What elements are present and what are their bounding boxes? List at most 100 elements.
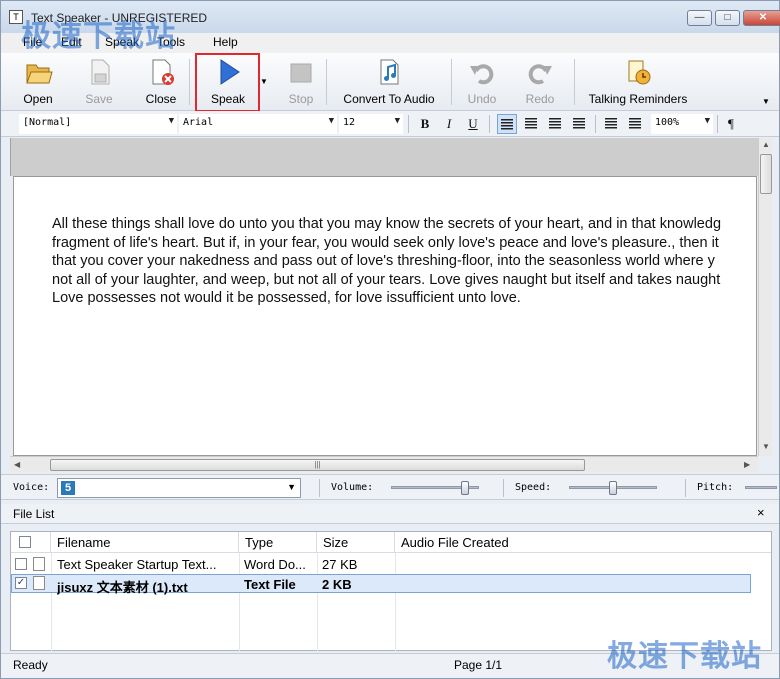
text-file-icon bbox=[33, 576, 45, 590]
table-row[interactable]: Text Speaker Startup Text... Word Do... … bbox=[11, 555, 751, 574]
voice-separator bbox=[319, 479, 320, 497]
scroll-up-arrow[interactable]: ▲ bbox=[762, 140, 770, 149]
format-separator bbox=[595, 115, 596, 133]
numbered-list-icon bbox=[629, 118, 641, 129]
font-select[interactable]: Arial ▼ bbox=[179, 114, 337, 134]
voice-value: 5 bbox=[61, 481, 75, 495]
cell-type: Text File bbox=[244, 577, 296, 592]
file-list-title: File List bbox=[13, 507, 55, 521]
style-select[interactable]: [Normal] ▼ bbox=[19, 114, 177, 134]
chevron-down-icon: ▼ bbox=[168, 116, 174, 126]
undo-button[interactable]: Undo bbox=[463, 53, 501, 109]
bullet-list-button[interactable] bbox=[601, 114, 621, 134]
document-line: fragment of life's heart. But if, in you… bbox=[52, 234, 719, 251]
cell-type: Word Do... bbox=[244, 557, 306, 572]
chevron-down-icon: ▼ bbox=[287, 482, 296, 492]
open-button[interactable]: Open bbox=[15, 53, 61, 109]
cell-filename: Text Speaker Startup Text... bbox=[57, 557, 217, 572]
save-disk-icon bbox=[91, 59, 110, 85]
horizontal-scroll-thumb[interactable]: ||| bbox=[50, 459, 585, 471]
horizontal-scrollbar[interactable]: ◀ ||| ▶ bbox=[10, 456, 758, 472]
align-right-button[interactable] bbox=[545, 114, 565, 134]
document-line: not all of your laughter, and weep, but … bbox=[52, 271, 721, 288]
column-audio-created[interactable]: Audio File Created bbox=[395, 532, 771, 553]
redo-button[interactable]: Redo bbox=[521, 53, 559, 109]
cell-size: 27 KB bbox=[322, 557, 358, 572]
pitch-label: Pitch: bbox=[697, 482, 734, 493]
align-right-icon bbox=[549, 118, 561, 129]
align-center-button[interactable] bbox=[521, 114, 541, 134]
volume-slider-knob[interactable] bbox=[461, 481, 469, 495]
column-size[interactable]: Size bbox=[317, 532, 395, 553]
vertical-scrollbar[interactable]: ▲ ▼ bbox=[758, 138, 772, 456]
chevron-down-icon: ▼ bbox=[328, 116, 334, 126]
cell-filename: jisuxz 文本素材 (1).txt bbox=[57, 580, 188, 595]
select-all-column[interactable] bbox=[11, 532, 51, 553]
speed-slider[interactable] bbox=[569, 481, 657, 495]
voice-separator bbox=[503, 479, 504, 497]
speak-dropdown-arrow[interactable]: ▼ bbox=[260, 77, 268, 86]
file-list-header: File List × bbox=[1, 504, 779, 524]
watermark-bottom: 极速下载站 bbox=[607, 639, 762, 674]
document-line: Love possesses not would it be possessed… bbox=[52, 290, 521, 306]
redo-icon bbox=[528, 64, 552, 85]
font-size-select[interactable]: 12 ▼ bbox=[339, 114, 403, 134]
close-button[interactable]: Close bbox=[139, 53, 183, 109]
select-all-checkbox[interactable] bbox=[19, 536, 31, 548]
format-separator bbox=[717, 115, 718, 133]
speak-highlight-box bbox=[195, 53, 260, 112]
toolbar-separator bbox=[451, 59, 452, 105]
stop-icon bbox=[290, 63, 312, 83]
save-button[interactable]: Save bbox=[79, 53, 119, 109]
talking-reminders-button[interactable]: Talking Reminders bbox=[581, 53, 695, 109]
voice-label: Voice: bbox=[13, 482, 50, 493]
align-left-button[interactable] bbox=[497, 114, 517, 134]
bold-button[interactable]: B bbox=[415, 114, 435, 134]
chevron-down-icon: ▼ bbox=[704, 116, 710, 126]
close-document-icon bbox=[152, 59, 174, 85]
pitch-slider[interactable] bbox=[745, 486, 777, 489]
toolbar-overflow-arrow[interactable]: ▼ bbox=[762, 97, 770, 106]
stop-button[interactable]: Stop bbox=[283, 53, 319, 109]
vertical-scroll-thumb[interactable] bbox=[760, 154, 772, 194]
undo-icon bbox=[470, 64, 494, 85]
voice-select[interactable]: 5 ▼ bbox=[57, 478, 301, 498]
zoom-select[interactable]: 100% ▼ bbox=[651, 114, 713, 134]
format-separator bbox=[489, 115, 490, 133]
toolbar-separator bbox=[326, 59, 327, 105]
text-editor[interactable]: All these things shall love do unto you … bbox=[13, 176, 757, 456]
scroll-left-arrow[interactable]: ◀ bbox=[14, 460, 20, 469]
word-document-icon bbox=[33, 557, 45, 571]
scroll-right-arrow[interactable]: ▶ bbox=[744, 460, 750, 469]
menu-help[interactable]: Help bbox=[213, 35, 238, 49]
convert-to-audio-button[interactable]: Convert To Audio bbox=[335, 53, 443, 109]
table-row-selected[interactable]: ✓ jisuxz 文本素材 (1).txt Text File 2 KB bbox=[11, 574, 751, 595]
align-left-icon bbox=[501, 119, 513, 130]
toolbar-separator bbox=[574, 59, 575, 105]
row-checkbox-checked[interactable]: ✓ bbox=[15, 577, 27, 589]
scroll-down-arrow[interactable]: ▼ bbox=[762, 442, 770, 451]
toolbar: Open Save Close Speak ▼ Stop Convert To … bbox=[1, 53, 779, 111]
close-icon[interactable]: × bbox=[757, 505, 765, 520]
show-formatting-button[interactable]: ¶ bbox=[721, 114, 741, 134]
folder-open-icon bbox=[26, 64, 53, 84]
cell-size: 2 KB bbox=[322, 577, 352, 592]
close-window-button[interactable]: ✕ bbox=[743, 10, 780, 26]
document-line: All these things shall love do unto you … bbox=[52, 216, 722, 232]
column-filename[interactable]: Filename bbox=[51, 532, 239, 553]
minimize-button[interactable]: — bbox=[687, 10, 712, 26]
document-text[interactable]: All these things shall love do unto you … bbox=[52, 215, 756, 308]
page-indicator: Page 1/1 bbox=[454, 658, 503, 672]
justify-button[interactable] bbox=[569, 114, 589, 134]
audio-file-icon bbox=[380, 59, 399, 85]
volume-slider[interactable] bbox=[391, 481, 479, 495]
maximize-button[interactable]: □ bbox=[715, 10, 740, 26]
italic-button[interactable]: I bbox=[439, 114, 459, 134]
numbered-list-button[interactable] bbox=[625, 114, 645, 134]
reminder-clock-icon bbox=[628, 60, 651, 85]
app-window: T Text Speaker - UNREGISTERED — □ ✕ File… bbox=[0, 0, 780, 679]
row-checkbox[interactable] bbox=[15, 558, 27, 570]
column-type[interactable]: Type bbox=[239, 532, 317, 553]
underline-button[interactable]: U bbox=[463, 114, 483, 134]
speed-slider-knob[interactable] bbox=[609, 481, 617, 495]
